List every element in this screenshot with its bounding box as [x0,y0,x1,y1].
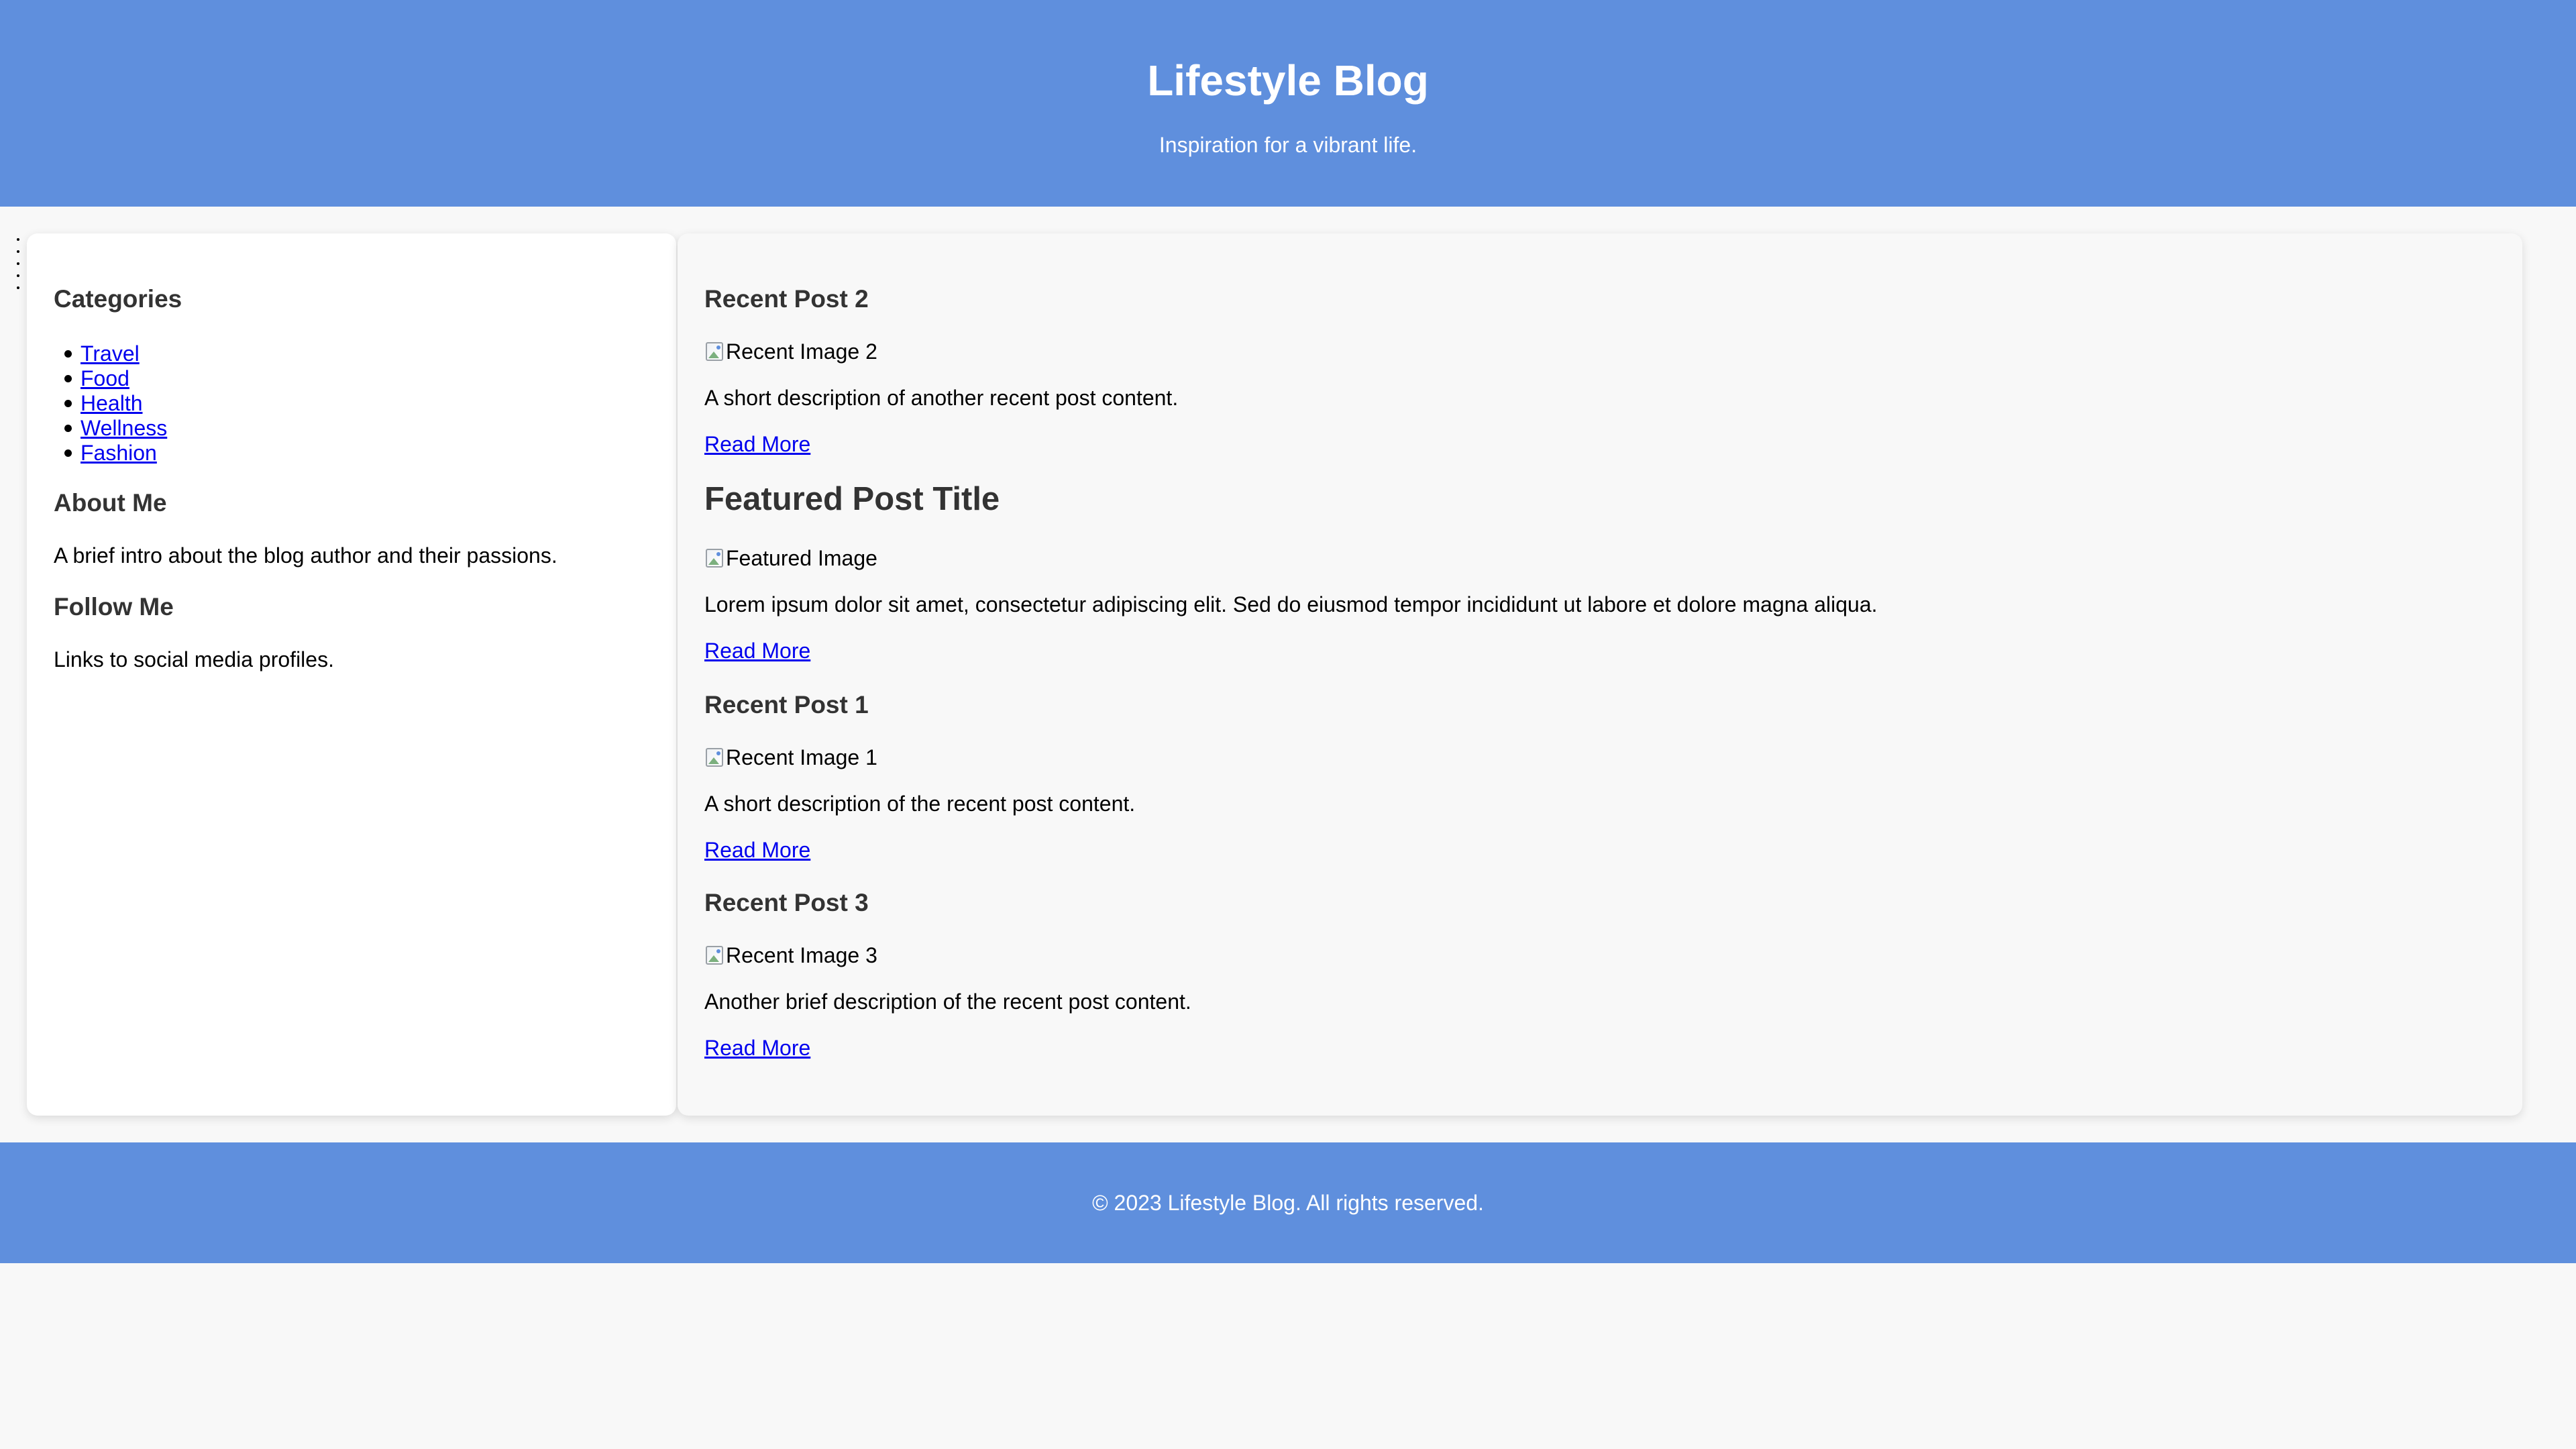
category-item-food: Food [27,246,676,390]
featured-image-alt: Featured Image [726,546,877,570]
post-description: Another brief description of the recent … [704,989,1191,1014]
category-link-fashion[interactable]: Fashion [80,439,157,466]
category-item-travel: Travel [27,233,676,366]
copyright-text: © 2023 Lifestyle Blog. All rights reserv… [1092,1191,1484,1215]
category-item-wellness: Wellness [27,270,676,440]
category-item-health: Health [27,258,676,415]
read-more-link[interactable]: Read More [704,837,810,863]
post-image: Recent Image 3 [704,942,877,969]
category-link-food[interactable]: Food [80,365,129,392]
post-image-alt: Recent Image 3 [726,943,877,967]
bullet-icon [64,449,72,457]
about-text: A brief intro about the blog author and … [54,543,557,568]
featured-post-title: Featured Post Title [704,481,1000,517]
sidebar: Categories Travel Food Health Wellness F… [27,233,676,1116]
bullet-icon [64,425,72,432]
broken-image-icon [704,341,724,362]
post-image-alt: Recent Image 2 [726,339,877,364]
post-description: A short description of another recent po… [704,386,1179,410]
post-description: A short description of the recent post c… [704,792,1136,816]
categories-heading: Categories [54,285,182,313]
bullet-icon [64,350,72,358]
site-header: Lifestyle Blog Inspiration for a vibrant… [0,0,2576,207]
post-title: Recent Post 1 [704,691,869,718]
post-title: Recent Post 3 [704,889,869,916]
post-image: Recent Image 2 [704,338,877,365]
post-title: Recent Post 2 [704,285,869,313]
site-footer: © 2023 Lifestyle Blog. All rights reserv… [0,1142,2576,1263]
broken-image-icon [704,945,724,966]
site-title: Lifestyle Blog [1147,56,1429,105]
main-content: Recent Post 2 Recent Image 2 A short des… [678,233,2522,1116]
featured-post-image: Featured Image [704,545,877,572]
follow-heading: Follow Me [54,593,174,621]
follow-text: Links to social media profiles. [54,647,334,672]
broken-image-icon [704,547,724,569]
bullet-icon [64,400,72,407]
featured-post-description: Lorem ipsum dolor sit amet, consectetur … [704,592,1878,616]
post-image-alt: Recent Image 1 [726,745,877,769]
read-more-link[interactable]: Read More [704,637,810,664]
site-tagline: Inspiration for a vibrant life. [1159,133,1417,157]
category-link-health[interactable]: Health [80,390,143,417]
about-heading: About Me [54,489,167,517]
read-more-link[interactable]: Read More [704,1034,810,1061]
category-link-travel[interactable]: Travel [80,340,140,367]
broken-image-icon [704,747,724,768]
read-more-link[interactable]: Read More [704,431,810,458]
bullet-icon [64,375,72,382]
post-image: Recent Image 1 [704,744,877,771]
category-link-wellness[interactable]: Wellness [80,415,167,441]
